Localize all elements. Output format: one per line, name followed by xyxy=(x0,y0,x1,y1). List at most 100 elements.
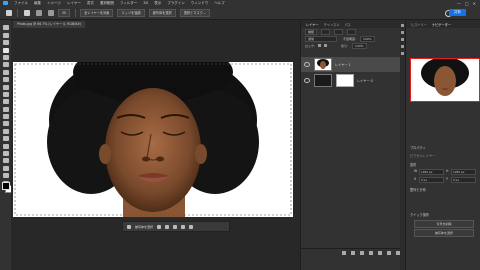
link-layers-icon[interactable] xyxy=(342,250,346,255)
layer-filter-select[interactable]: 種類 xyxy=(305,28,318,35)
rectangle-tool-icon[interactable] xyxy=(2,158,9,164)
layers-panel-tabs: レイヤー チャンネル パス xyxy=(301,20,405,28)
adjustments-icon[interactable] xyxy=(401,38,404,41)
zoom-tool-icon[interactable] xyxy=(2,173,9,179)
foreground-color-swatch[interactable] xyxy=(2,182,10,190)
lasso-tool-icon[interactable] xyxy=(2,40,9,46)
menu-3d[interactable]: 3D xyxy=(143,1,148,5)
dodge-tool-icon[interactable] xyxy=(2,128,9,134)
subtract-from-selection-icon[interactable] xyxy=(48,9,54,16)
adjustment-layer-icon[interactable] xyxy=(369,250,373,255)
visibility-eye-icon[interactable] xyxy=(304,62,310,67)
lock-pixels-icon[interactable] xyxy=(318,44,322,47)
layer-name[interactable]: レイヤー 1 xyxy=(335,62,351,67)
lock-position-icon[interactable] xyxy=(324,44,328,47)
more-options-icon[interactable] xyxy=(189,224,194,229)
hand-tool-icon[interactable] xyxy=(2,165,9,171)
select-subject-button[interactable]: 被写体を選択 xyxy=(148,8,176,17)
home-icon[interactable] xyxy=(6,9,12,16)
fx-icon[interactable] xyxy=(351,250,355,255)
opacity-field[interactable]: 100% xyxy=(360,35,375,42)
history-brush-tool-icon[interactable] xyxy=(2,99,9,105)
sample-all-layers-checkbox[interactable]: 全レイヤーを対象 xyxy=(80,8,114,17)
quick-selection-icon[interactable] xyxy=(24,9,30,16)
menu-view[interactable]: 表示 xyxy=(154,1,161,6)
eyedropper-tool-icon[interactable] xyxy=(2,69,9,75)
remove-background-button[interactable]: 背景を削除 xyxy=(414,220,474,228)
pen-tool-icon[interactable] xyxy=(2,136,9,142)
y-field[interactable]: 0 px xyxy=(451,177,476,183)
quick-selection-tool-icon[interactable] xyxy=(2,47,9,53)
blur-tool-icon[interactable] xyxy=(2,121,9,127)
marquee-tool-icon[interactable] xyxy=(2,32,9,38)
tab-history[interactable]: ヒストリー xyxy=(411,22,427,27)
visibility-eye-icon[interactable] xyxy=(304,78,310,83)
layer-row[interactable]: レイヤー 1 xyxy=(301,57,405,72)
new-group-icon[interactable] xyxy=(378,250,382,255)
close-button[interactable]: ✕ xyxy=(473,1,476,6)
add-mask-icon[interactable] xyxy=(360,250,364,255)
type-tool-icon[interactable] xyxy=(2,143,9,149)
x-field[interactable]: 0 px xyxy=(419,177,444,183)
tab-channels[interactable]: チャンネル xyxy=(324,22,340,27)
move-tool-icon[interactable] xyxy=(2,25,9,31)
menu-layer[interactable]: レイヤー xyxy=(67,1,81,6)
tab-paths[interactable]: パス xyxy=(345,22,351,27)
spot-healing-tool-icon[interactable] xyxy=(2,77,9,83)
layer-name[interactable]: レイヤー 0 xyxy=(357,78,373,83)
ps-home-icon[interactable] xyxy=(3,1,8,5)
maximize-button[interactable]: □ xyxy=(465,1,469,6)
fill-field[interactable]: 100% xyxy=(352,42,367,49)
menu-image[interactable]: イメージ xyxy=(47,1,61,6)
menu-filter[interactable]: フィルター xyxy=(120,1,137,6)
navigator-preview[interactable] xyxy=(410,58,480,102)
eraser-tool-icon[interactable] xyxy=(2,106,9,112)
width-field[interactable]: 1920 px xyxy=(419,169,444,175)
document-tab[interactable]: Photo.jpg @ 66.7% (レイヤー 0, RGB/8#) xyxy=(13,21,86,28)
menu-type[interactable]: 書式 xyxy=(87,1,94,6)
history-icon[interactable] xyxy=(401,24,404,27)
mask-icon[interactable] xyxy=(173,224,178,229)
path-selection-tool-icon[interactable] xyxy=(2,151,9,157)
brush-size-field[interactable]: 30 xyxy=(58,8,71,17)
tab-layers[interactable]: レイヤー xyxy=(306,22,319,27)
task-bar-label[interactable]: 被写体を選択 xyxy=(135,225,153,229)
navigator-icon[interactable] xyxy=(401,31,404,34)
filter-type-icon[interactable] xyxy=(347,28,357,35)
enhance-edge-checkbox[interactable]: エッジを強調 xyxy=(117,8,145,17)
menu-plugins[interactable]: プラグイン xyxy=(167,1,185,6)
libraries-icon[interactable] xyxy=(401,52,404,55)
document-canvas[interactable] xyxy=(13,62,293,217)
select-and-mask-button[interactable]: 選択とマスク... xyxy=(179,8,210,17)
menu-select[interactable]: 選択範囲 xyxy=(100,1,114,6)
layer-mask-thumbnail[interactable] xyxy=(336,74,354,87)
filter-pixel-icon[interactable] xyxy=(321,28,331,35)
properties-icon[interactable] xyxy=(401,45,404,48)
task-bar-icon[interactable] xyxy=(127,224,131,229)
minimize-button[interactable]: — xyxy=(457,1,461,6)
pixel-layer-tab[interactable]: ピクセルレイヤー xyxy=(410,153,435,158)
share-button[interactable]: 共有 xyxy=(448,9,466,16)
gradient-tool-icon[interactable] xyxy=(2,114,9,120)
brush-icon[interactable] xyxy=(157,224,162,229)
blend-mode-select[interactable]: 通常 xyxy=(305,35,337,42)
height-field[interactable]: 1280 px xyxy=(451,169,476,175)
tab-navigator[interactable]: ナビゲーター xyxy=(432,22,451,27)
new-layer-icon[interactable] xyxy=(387,250,391,255)
layer-row[interactable]: レイヤー 0 xyxy=(301,73,405,88)
brush-tool-icon[interactable] xyxy=(2,84,9,90)
frame-tool-icon[interactable] xyxy=(2,62,9,68)
menu-edit[interactable]: 編集 xyxy=(34,1,41,6)
invert-icon[interactable] xyxy=(181,224,186,229)
lock-row: ロック: 塗り: 100% xyxy=(301,42,405,49)
add-to-selection-icon[interactable] xyxy=(36,9,42,16)
crop-tool-icon[interactable] xyxy=(2,54,9,60)
menu-file[interactable]: ファイル xyxy=(14,1,28,6)
layers-panel: レイヤー チャンネル パス 種類 通常 不透明度: 100% ロック: 塗り: … xyxy=(300,20,405,270)
select-subject-panel-button[interactable]: 被写体を選択 xyxy=(414,229,474,237)
clone-stamp-tool-icon[interactable] xyxy=(2,91,9,97)
menu-window[interactable]: ウィンドウ xyxy=(191,1,209,6)
menu-help[interactable]: ヘルプ xyxy=(214,1,225,6)
filter-adjust-icon[interactable] xyxy=(334,28,344,35)
pencil-icon[interactable] xyxy=(165,224,170,229)
